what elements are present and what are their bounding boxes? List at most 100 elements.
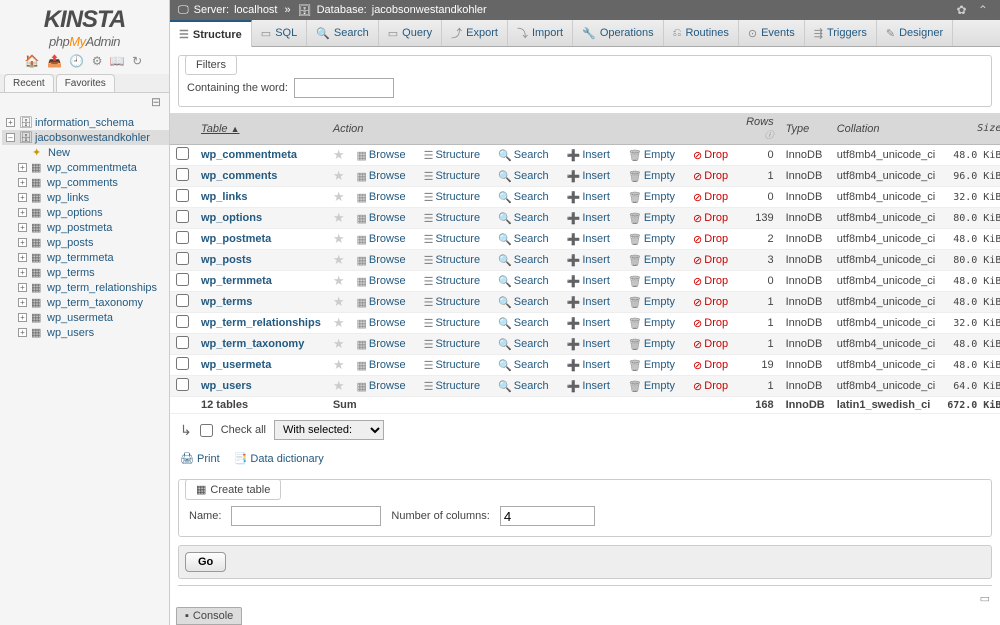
drop-link[interactable]: ⊘Drop: [693, 338, 728, 351]
structure-link[interactable]: ☰Structure: [424, 338, 481, 351]
print-link[interactable]: 🖨 Print: [180, 452, 220, 465]
tree-toggle-icon[interactable]: +: [18, 193, 27, 202]
empty-link[interactable]: 🗑Empty: [628, 275, 675, 288]
favorites-tab[interactable]: Favorites: [56, 74, 115, 92]
drop-link[interactable]: ⊘Drop: [693, 380, 728, 393]
favorite-star-icon[interactable]: ★: [327, 145, 351, 166]
structure-link[interactable]: ☰Structure: [424, 380, 481, 393]
search-link[interactable]: 🔍Search: [498, 191, 549, 204]
search-link[interactable]: 🔍Search: [498, 254, 549, 267]
server-link[interactable]: localhost: [234, 4, 277, 16]
tree-toggle-icon[interactable]: +: [6, 118, 15, 127]
drop-link[interactable]: ⊘Drop: [693, 149, 728, 162]
structure-link[interactable]: ☰Structure: [424, 170, 481, 183]
search-link[interactable]: 🔍Search: [498, 359, 549, 372]
tree-item-information_schema[interactable]: +🗄information_schema: [2, 115, 169, 130]
drop-link[interactable]: ⊘Drop: [693, 296, 728, 309]
tree-toggle-icon[interactable]: +: [18, 313, 27, 322]
tree-toggle-icon[interactable]: +: [18, 328, 27, 337]
tab-routines[interactable]: ⎌Routines: [664, 20, 739, 46]
tree-item-wp_usermeta[interactable]: +▦wp_usermeta: [2, 310, 169, 325]
structure-link[interactable]: ☰Structure: [424, 212, 481, 225]
tree-item-wp_termmeta[interactable]: +▦wp_termmeta: [2, 250, 169, 265]
empty-link[interactable]: 🗑Empty: [628, 191, 675, 204]
search-link[interactable]: 🔍Search: [498, 149, 549, 162]
table-name-link[interactable]: wp_terms: [201, 296, 252, 308]
tab-query[interactable]: ▭Query: [379, 20, 442, 46]
favorite-star-icon[interactable]: ★: [327, 376, 351, 397]
empty-link[interactable]: 🗑Empty: [628, 359, 675, 372]
empty-link[interactable]: 🗑Empty: [628, 296, 675, 309]
drop-link[interactable]: ⊘Drop: [693, 275, 728, 288]
tab-sql[interactable]: ▭SQL: [252, 20, 307, 46]
favorite-star-icon[interactable]: ★: [327, 292, 351, 313]
structure-link[interactable]: ☰Structure: [424, 233, 481, 246]
insert-link[interactable]: ➕Insert: [567, 212, 610, 225]
search-link[interactable]: 🔍Search: [498, 275, 549, 288]
favorite-star-icon[interactable]: ★: [327, 187, 351, 208]
tree-item-wp_postmeta[interactable]: +▦wp_postmeta: [2, 220, 169, 235]
search-link[interactable]: 🔍Search: [498, 380, 549, 393]
tree-toggle-icon[interactable]: +: [18, 253, 27, 262]
empty-link[interactable]: 🗑Empty: [628, 338, 675, 351]
create-cols-input[interactable]: [500, 506, 595, 526]
insert-link[interactable]: ➕Insert: [567, 191, 610, 204]
tree-item-wp_comments[interactable]: +▦wp_comments: [2, 175, 169, 190]
search-link[interactable]: 🔍Search: [498, 233, 549, 246]
tree-toggle-icon[interactable]: +: [18, 223, 27, 232]
th-type[interactable]: Type: [780, 113, 831, 145]
tab-triggers[interactable]: ⇶Triggers: [805, 20, 877, 46]
tab-operations[interactable]: 🔧Operations: [573, 20, 664, 46]
structure-link[interactable]: ☰Structure: [424, 275, 481, 288]
drop-link[interactable]: ⊘Drop: [693, 170, 728, 183]
tab-designer[interactable]: ✎Designer: [877, 20, 953, 46]
row-checkbox[interactable]: [176, 210, 189, 223]
table-name-link[interactable]: wp_links: [201, 191, 247, 203]
drop-link[interactable]: ⊘Drop: [693, 317, 728, 330]
data-dictionary-link[interactable]: 📑 Data dictionary: [234, 452, 324, 465]
sidebar-quick-icons[interactable]: 🏠 📤 🕘 ⚙ 📖 ↻: [0, 51, 169, 74]
insert-link[interactable]: ➕Insert: [567, 359, 610, 372]
search-link[interactable]: 🔍Search: [498, 170, 549, 183]
tree-item-wp_term_relationships[interactable]: +▦wp_term_relationships: [2, 280, 169, 295]
tree-toggle-icon[interactable]: +: [18, 208, 27, 217]
favorite-star-icon[interactable]: ★: [327, 229, 351, 250]
tree-toggle-icon[interactable]: +: [18, 298, 27, 307]
insert-link[interactable]: ➕Insert: [567, 275, 610, 288]
drop-link[interactable]: ⊘Drop: [693, 212, 728, 225]
favorite-star-icon[interactable]: ★: [327, 334, 351, 355]
search-link[interactable]: 🔍Search: [498, 317, 549, 330]
browse-link[interactable]: ▦Browse: [356, 212, 405, 225]
browse-link[interactable]: ▦Browse: [356, 380, 405, 393]
table-name-link[interactable]: wp_usermeta: [201, 359, 271, 371]
structure-link[interactable]: ☰Structure: [424, 149, 481, 162]
th-size[interactable]: Size: [941, 113, 1000, 145]
browse-link[interactable]: ▦Browse: [356, 275, 405, 288]
go-button[interactable]: Go: [185, 552, 226, 572]
drop-link[interactable]: ⊘Drop: [693, 254, 728, 267]
tree-toggle-icon[interactable]: +: [18, 238, 27, 247]
tree-item-New[interactable]: ✦New: [2, 145, 169, 160]
browse-link[interactable]: ▦Browse: [356, 338, 405, 351]
table-name-link[interactable]: wp_comments: [201, 170, 277, 182]
table-name-link[interactable]: wp_termmeta: [201, 275, 272, 287]
browse-link[interactable]: ▦Browse: [356, 170, 405, 183]
row-checkbox[interactable]: [176, 357, 189, 370]
row-checkbox[interactable]: [176, 189, 189, 202]
row-checkbox[interactable]: [176, 378, 189, 391]
table-name-link[interactable]: wp_term_relationships: [201, 317, 321, 329]
row-checkbox[interactable]: [176, 168, 189, 181]
empty-link[interactable]: 🗑Empty: [628, 380, 675, 393]
insert-link[interactable]: ➕Insert: [567, 317, 610, 330]
db-link[interactable]: jacobsonwestandkohler: [372, 4, 487, 16]
tree-item-wp_options[interactable]: +▦wp_options: [2, 205, 169, 220]
row-checkbox[interactable]: [176, 231, 189, 244]
filter-input[interactable]: [294, 78, 394, 98]
table-name-link[interactable]: wp_postmeta: [201, 233, 271, 245]
structure-link[interactable]: ☰Structure: [424, 317, 481, 330]
row-checkbox[interactable]: [176, 315, 189, 328]
tree-item-wp_posts[interactable]: +▦wp_posts: [2, 235, 169, 250]
row-checkbox[interactable]: [176, 273, 189, 286]
favorite-star-icon[interactable]: ★: [327, 208, 351, 229]
th-collation[interactable]: Collation: [831, 113, 941, 145]
